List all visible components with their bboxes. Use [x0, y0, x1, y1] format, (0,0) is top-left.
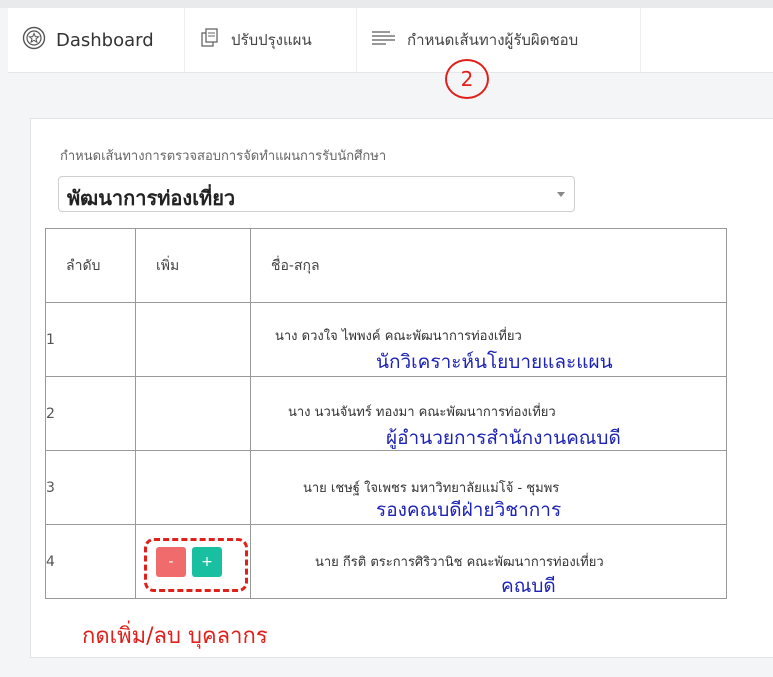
annotation-text: กดเพิ่ม/ลบ บุคลากร	[82, 624, 268, 649]
table-row: 2 นาง นวนจันทร์ ทองมา คณะพัฒนาการท่องเที…	[45, 376, 727, 451]
tab-dashboard-label: Dashboard	[56, 29, 154, 51]
person-position: นักวิเคราะห์นโยบายและแผน	[376, 351, 613, 373]
header-order: ลำดับ	[45, 228, 136, 303]
person-name: นาง นวนจันทร์ ทองมา คณะพัฒนาการท่องเที่ย…	[288, 405, 556, 420]
faculty-select[interactable]: พัฒนาการท่องเที่ยว	[58, 176, 575, 212]
top-strip	[0, 0, 773, 8]
row-name-cell: นาง นวนจันทร์ ทองมา คณะพัฒนาการท่องเที่ย…	[250, 376, 727, 451]
row-name-cell: นาย เชษฐ์ ใจเพชร มหาวิทยาลัยแม่โจ้ - ชุม…	[250, 450, 727, 525]
tab-update-plan[interactable]: ปรับปรุงแผน	[185, 8, 357, 72]
header-add: เพิ่ม	[135, 228, 251, 303]
person-name: นาย กีรติ ตระการศิริวานิช คณะพัฒนาการท่อ…	[315, 555, 604, 570]
row-number: 4	[45, 524, 136, 599]
tab-update-plan-label: ปรับปรุงแผน	[231, 31, 312, 49]
edit-document-icon	[199, 27, 221, 53]
row-add-cell	[135, 302, 251, 377]
row-add-cell	[135, 376, 251, 451]
step-annotation-number: 2	[460, 67, 474, 91]
list-icon	[371, 29, 397, 51]
person-position: ผู้อำนวยการสำนักงานคณบดี	[386, 427, 621, 449]
section-label: กำหนดเส้นทางการตรวจสอบการจัดทำแผนการรับน…	[60, 149, 387, 164]
tab-dashboard[interactable]: Dashboard	[8, 8, 185, 72]
row-name-cell: นาย กีรติ ตระการศิริวานิช คณะพัฒนาการท่อ…	[250, 524, 727, 599]
tab-bar: Dashboard ปรับปรุงแผน กำหนดเส้นทางผู้รับ…	[8, 8, 773, 73]
person-position: รองคณบดีฝ่ายวิชาการ	[376, 499, 562, 521]
step-annotation-circle: 2	[445, 59, 489, 99]
table-header-row: ลำดับ เพิ่ม ชื่อ-สกุล	[45, 228, 727, 303]
header-name: ชื่อ-สกุล	[250, 228, 727, 303]
person-name: นาง ดวงใจ ไพพงค์ คณะพัฒนาการท่องเที่ยว	[275, 329, 522, 344]
dashboard-icon	[22, 26, 46, 55]
tab-set-route[interactable]: กำหนดเส้นทางผู้รับผิดชอบ	[357, 8, 641, 72]
chevron-down-icon	[557, 192, 565, 197]
row-name-cell: นาง ดวงใจ ไพพงค์ คณะพัฒนาการท่องเที่ยว น…	[250, 302, 727, 377]
row-add-cell	[135, 450, 251, 525]
table-row: 3 นาย เชษฐ์ ใจเพชร มหาวิทยาลัยแม่โจ้ - ช…	[45, 450, 727, 525]
row-number: 1	[45, 302, 136, 377]
table-row: 1 นาง ดวงใจ ไพพงค์ คณะพัฒนาการท่องเที่ยว…	[45, 302, 727, 377]
buttons-annotation-box	[144, 538, 248, 592]
tab-set-route-label: กำหนดเส้นทางผู้รับผิดชอบ	[407, 31, 579, 49]
row-number: 3	[45, 450, 136, 525]
row-number: 2	[45, 376, 136, 451]
faculty-select-value: พัฒนาการท่องเที่ยว	[67, 186, 236, 210]
person-position: คณบดี	[501, 575, 556, 597]
